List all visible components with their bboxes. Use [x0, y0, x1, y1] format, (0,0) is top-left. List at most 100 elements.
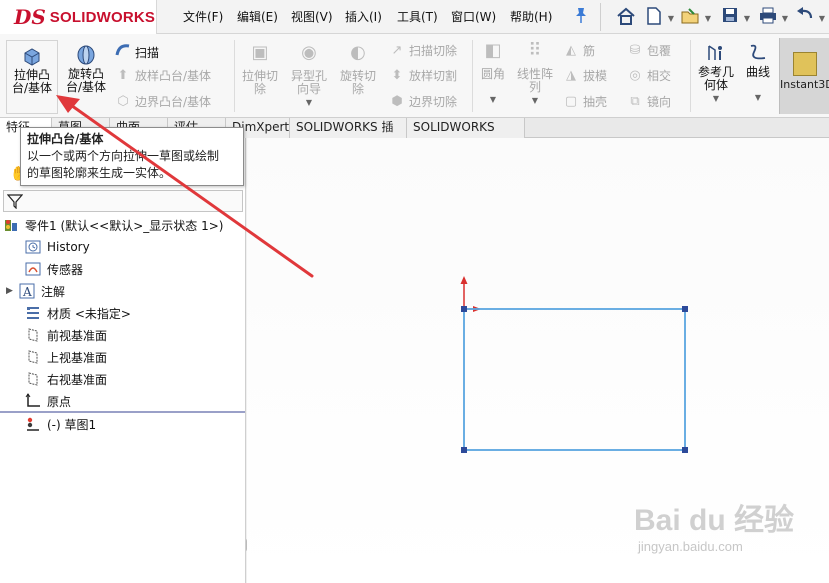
- top-plane-label: 上视基准面: [47, 350, 108, 365]
- revolve-cut-icon: ◐: [350, 42, 366, 63]
- print-dropdown-chevron-icon[interactable]: ▼: [780, 6, 790, 28]
- baidu-watermark: Bai du 经验 jingyan.baidu.com: [634, 495, 824, 575]
- corner-point[interactable]: [682, 306, 688, 312]
- tree-item-right-plane[interactable]: 右视基准面: [24, 368, 107, 390]
- fillet-chevron-icon: ▼: [489, 95, 497, 104]
- tree-item-sensors[interactable]: 传感器: [24, 258, 83, 280]
- extrude-cut-button[interactable]: ▣ 拉伸切 除: [236, 42, 284, 112]
- revolve-cut-button[interactable]: ◐ 旋转切 除: [334, 42, 382, 112]
- tree-item-history[interactable]: History: [24, 236, 90, 258]
- mirror-button[interactable]: ⧉ 镜向: [626, 93, 671, 110]
- boundary-boss-label: 边界凸台/基体: [135, 95, 212, 109]
- print-icon[interactable]: [756, 6, 780, 28]
- history-label: History: [47, 240, 90, 254]
- tree-item-front-plane[interactable]: 前视基准面: [24, 324, 107, 346]
- linear-pattern-chevron-icon: ▼: [531, 96, 539, 105]
- menu-edit[interactable]: 编辑(E): [237, 8, 278, 25]
- wrap-label: 包覆: [647, 44, 672, 58]
- linear-pattern-label: 线性阵 列: [516, 67, 553, 94]
- mirror-label: 镜向: [647, 95, 672, 109]
- menu-file[interactable]: 文件(F): [183, 8, 223, 25]
- home-icon[interactable]: [614, 6, 638, 28]
- hole-wizard-button[interactable]: ◉ 异型孔 向导 ▼: [285, 44, 333, 112]
- revolve-boss-label: 旋转凸 台/基体: [65, 67, 107, 94]
- sketch-rectangle[interactable]: [463, 308, 686, 451]
- extrude-boss-label: 拉伸凸 台/基体: [11, 68, 53, 95]
- reference-geometry-button[interactable]: 参考几 何体 ▼: [694, 42, 738, 112]
- tree-filter-bar[interactable]: [3, 190, 243, 212]
- history-icon: [24, 239, 42, 255]
- sweep-cut-button[interactable]: ↗ 扫描切除: [388, 42, 457, 59]
- tooltip-line-1: 以一个或两个方向拉伸一草图或绘制: [27, 149, 220, 163]
- extrude-boss-button[interactable]: 拉伸凸 台/基体: [6, 40, 58, 114]
- draft-icon: ◮: [566, 68, 576, 83]
- extrude-cut-icon: ▣: [251, 42, 269, 63]
- rib-icon: ◭: [566, 43, 576, 58]
- revolve-cut-label: 旋转切 除: [339, 69, 376, 96]
- menu-insert[interactable]: 插入(I): [345, 8, 382, 25]
- loft-cut-button[interactable]: ⬍ 放样切割: [388, 67, 457, 84]
- tooltip-line-2: 的草图轮廓来生成一实体。: [27, 166, 172, 180]
- save-icon[interactable]: [718, 6, 742, 28]
- undo-icon[interactable]: [793, 6, 817, 28]
- sweep-cut-icon: ↗: [391, 43, 403, 58]
- boundary-boss-button[interactable]: ⬡ 边界凸台/基体: [114, 93, 211, 110]
- intersect-button[interactable]: ◎ 相交: [626, 67, 671, 84]
- loft-boss-button[interactable]: ⬆ 放样凸台/基体: [114, 67, 212, 84]
- menu-window[interactable]: 窗口(W): [451, 8, 496, 25]
- instant3d-button[interactable]: Instant3D: [779, 38, 829, 114]
- draft-button[interactable]: ◮ 拔模: [562, 67, 607, 84]
- new-dropdown-chevron-icon[interactable]: ▼: [666, 6, 676, 28]
- wrap-icon: ⛁: [629, 43, 641, 58]
- plane-icon: [24, 327, 42, 343]
- open-dropdown-chevron-icon[interactable]: ▼: [703, 6, 713, 28]
- sketch-icon: [24, 416, 42, 432]
- origin-label: 原点: [47, 394, 72, 409]
- curves-button[interactable]: 曲线 ▼: [740, 42, 776, 112]
- fillet-label: 圆角: [480, 67, 505, 81]
- extrude-cut-label: 拉伸切 除: [241, 69, 278, 96]
- new-document-icon[interactable]: [642, 6, 666, 28]
- revolve-boss-button[interactable]: 旋转凸 台/基体: [61, 44, 111, 114]
- corner-point[interactable]: [682, 447, 688, 453]
- linear-pattern-button[interactable]: ⠿ 线性阵 列 ▼: [513, 40, 557, 112]
- undo-dropdown-chevron-icon[interactable]: ▼: [817, 6, 827, 28]
- pin-icon[interactable]: [573, 6, 591, 26]
- menu-tools[interactable]: 工具(T): [397, 8, 438, 25]
- curves-icon: [740, 42, 776, 64]
- ribbon-separator: [234, 40, 235, 112]
- solidworks-logo[interactable]: DS SOLIDWORKS: [0, 0, 157, 34]
- brand-name: SOLIDWORKS: [49, 8, 156, 26]
- wrap-button[interactable]: ⛁ 包覆: [626, 42, 671, 59]
- tree-item-material[interactable]: 材质 <未指定>: [24, 302, 131, 324]
- shell-button[interactable]: ▢ 抽壳: [562, 93, 607, 110]
- tab-solidworks-addins[interactable]: SOLIDWORKS 插件: [290, 118, 407, 153]
- tree-item-sketch1[interactable]: (-) 草图1: [24, 413, 96, 435]
- tree-item-top-plane[interactable]: 上视基准面: [24, 346, 107, 368]
- boundary-cut-button[interactable]: ⬢ 边界切除: [388, 93, 457, 110]
- boundary-cut-icon: ⬢: [391, 94, 403, 109]
- save-dropdown-chevron-icon[interactable]: ▼: [742, 6, 752, 28]
- fillet-button[interactable]: ◧ 圆角 ▼: [476, 42, 510, 112]
- loft-cut-label: 放样切割: [409, 69, 458, 83]
- open-folder-icon[interactable]: [678, 6, 702, 28]
- menu-help[interactable]: 帮助(H): [510, 8, 552, 25]
- menu-view[interactable]: 视图(V): [291, 8, 333, 25]
- expand-arrow-icon[interactable]: ▶: [6, 286, 16, 296]
- linear-pattern-icon: ⠿: [528, 40, 542, 61]
- sweep-button[interactable]: 扫描: [114, 42, 159, 62]
- intersect-label: 相交: [647, 69, 672, 83]
- corner-point[interactable]: [461, 447, 467, 453]
- watermark-url: jingyan.baidu.com: [638, 539, 743, 554]
- tree-item-annotations[interactable]: ▶ A 注解: [6, 280, 65, 302]
- tree-item-origin[interactable]: 原点: [24, 390, 71, 412]
- tree-root-label: 零件1 (默认<<默认>_显示状态 1>): [25, 218, 224, 233]
- menu-divider: [600, 3, 601, 31]
- tree-root-part[interactable]: 零件1 (默认<<默认>_显示状态 1>): [2, 214, 223, 236]
- material-label: 材质 <未指定>: [47, 306, 131, 321]
- origin-icon: [24, 393, 42, 409]
- corner-point[interactable]: [461, 306, 467, 312]
- rib-button[interactable]: ◭ 筋: [562, 42, 595, 59]
- filter-icon[interactable]: [6, 193, 24, 212]
- tab-solidworks-mbd[interactable]: SOLIDWORKS MBD: [407, 118, 525, 153]
